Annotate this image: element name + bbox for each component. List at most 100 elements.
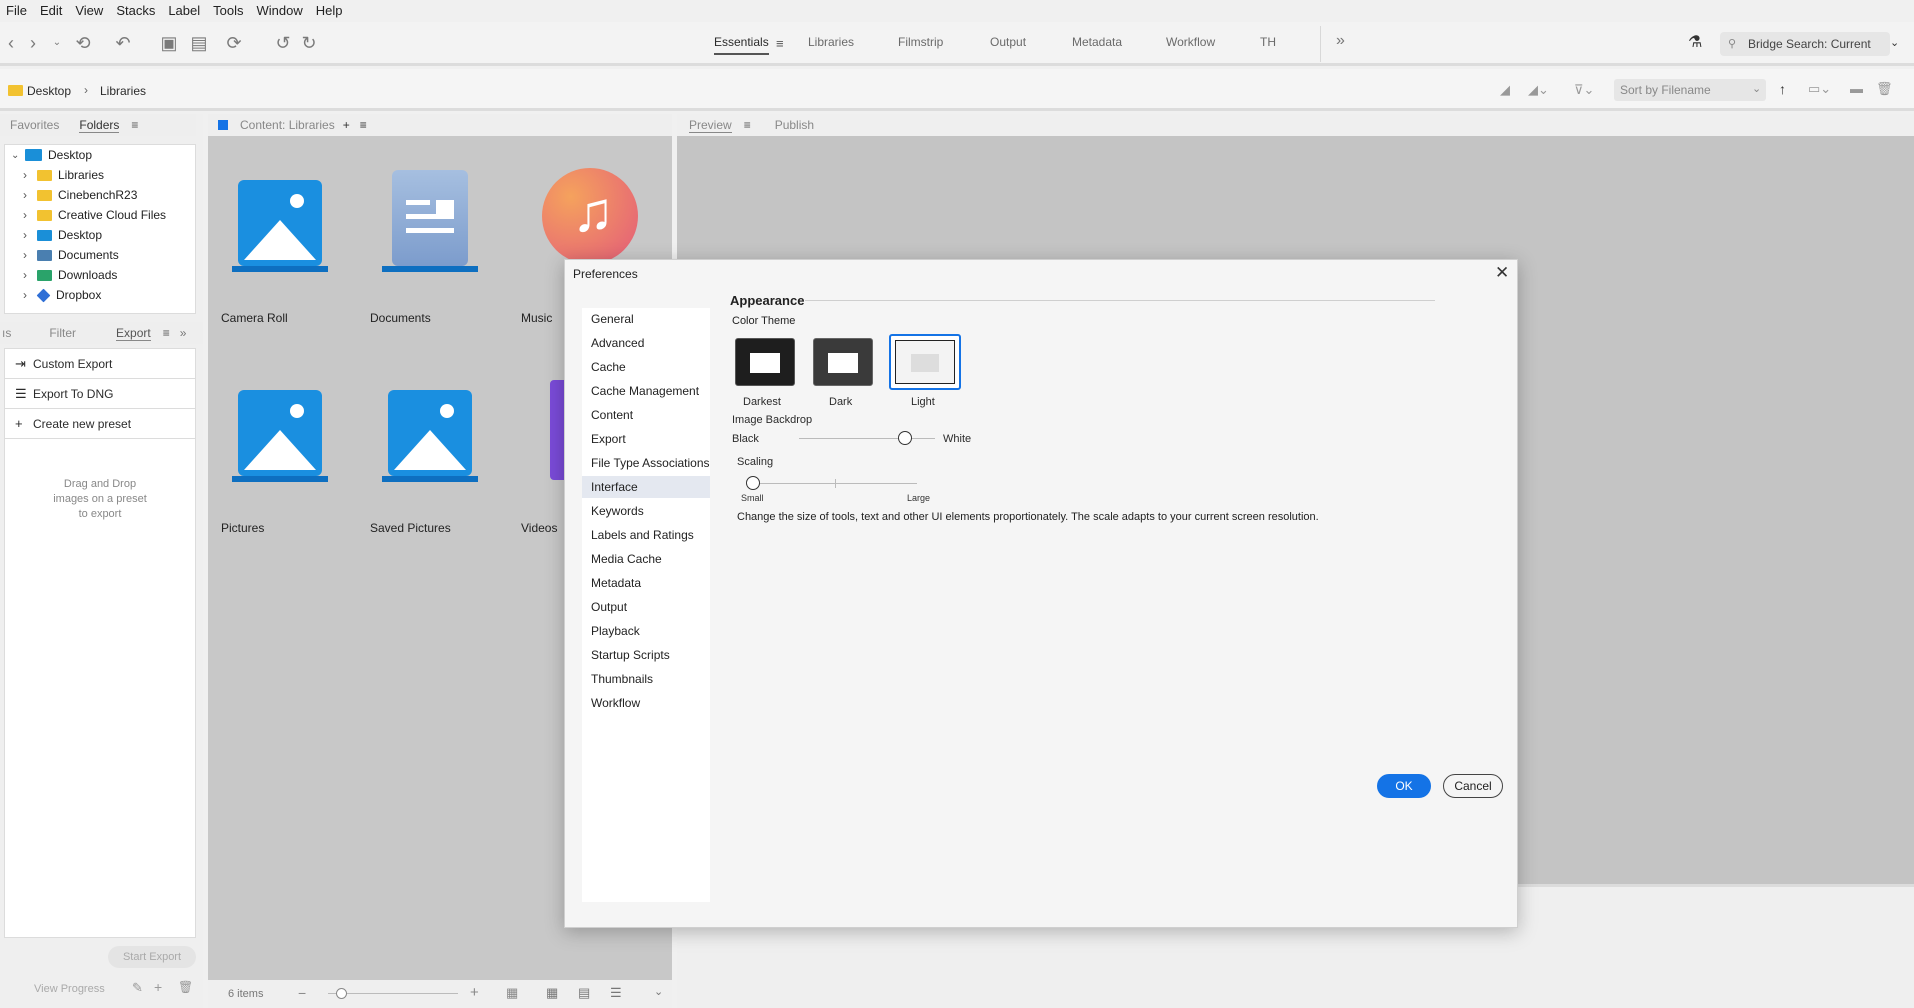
trash-icon[interactable]: 🗑 [178, 980, 193, 994]
tab-filmstrip[interactable]: Filmstrip [898, 35, 943, 55]
nav-thumbnails[interactable]: Thumbnails [582, 668, 710, 690]
tree-item[interactable]: › Dropbox [23, 285, 101, 305]
panel-menu-icon[interactable]: ≡ [163, 326, 170, 340]
chevron-right-icon[interactable]: › [23, 168, 35, 182]
export-to-dng-item[interactable]: ☰ Export To DNG [5, 379, 195, 409]
nav-content[interactable]: Content [582, 404, 710, 426]
theme-darkest-swatch[interactable] [735, 338, 795, 386]
flask-icon[interactable]: ⚗ [1688, 32, 1702, 52]
trash-icon[interactable]: 🗑 [1876, 81, 1893, 97]
tree-item[interactable]: › CinebenchR23 [23, 185, 137, 205]
nav-media-cache[interactable]: Media Cache [582, 548, 710, 570]
camera-icon[interactable]: ▣ [158, 32, 180, 54]
nav-interface[interactable]: Interface [582, 476, 710, 498]
nav-cache[interactable]: Cache [582, 356, 710, 378]
chevron-right-icon[interactable]: › [23, 288, 35, 302]
pictures-thumb[interactable] [232, 390, 328, 490]
close-icon[interactable]: ✕ [1495, 263, 1509, 283]
sync-icon[interactable]: ⟳ [223, 32, 245, 54]
cancel-button[interactable]: Cancel [1443, 774, 1503, 798]
nav-export[interactable]: Export [582, 428, 710, 450]
refine-icon[interactable]: ▤ [188, 32, 210, 54]
scaling-slider-handle[interactable] [746, 476, 760, 490]
nav-cache-management[interactable]: Cache Management [582, 380, 710, 402]
nav-file-type-associations[interactable]: File Type Associations [582, 452, 710, 474]
tree-item[interactable]: › Creative Cloud Files [23, 205, 166, 225]
overflow-icon[interactable]: » [1336, 32, 1345, 50]
ok-button[interactable]: OK [1377, 774, 1431, 798]
panel-menu-icon[interactable]: ≡ [360, 118, 367, 132]
forward-icon[interactable]: › [22, 32, 44, 54]
menu-view[interactable]: View [69, 3, 110, 18]
theme-dark-swatch[interactable] [813, 338, 873, 386]
camera-roll-thumb[interactable] [232, 180, 328, 280]
chevron-right-icon[interactable]: › [23, 228, 35, 242]
truncated-tab[interactable]: ıs [2, 326, 11, 340]
menu-file[interactable]: File [0, 3, 34, 18]
grid-lock-icon[interactable]: ▦ [506, 985, 518, 1001]
tab-filter[interactable]: Filter [49, 326, 76, 340]
tab-content[interactable]: Content: Libraries [240, 118, 335, 132]
nav-general[interactable]: General [582, 308, 710, 330]
tree-item[interactable]: ⌄ Desktop [11, 145, 92, 165]
menu-label[interactable]: Label [162, 3, 207, 18]
nav-playback[interactable]: Playback [582, 620, 710, 642]
menu-tools[interactable]: Tools [207, 3, 250, 18]
edit-icon[interactable]: ✎ [132, 980, 143, 996]
open-recent-icon[interactable]: ▭⌄ [1808, 81, 1831, 97]
thumbnail-size-slider[interactable] [328, 993, 458, 994]
rotate-right-icon[interactable]: ↻ [298, 32, 320, 54]
nav-advanced[interactable]: Advanced [582, 332, 710, 354]
menu-stacks[interactable]: Stacks [110, 3, 162, 18]
add-icon[interactable]: + [154, 979, 162, 995]
saved-pictures-thumb[interactable] [382, 390, 478, 490]
boomerang-icon[interactable]: ↶ [112, 32, 134, 54]
zoom-out-icon[interactable]: − [298, 985, 306, 1001]
panel-menu-icon[interactable]: ≡ [131, 118, 138, 132]
tab-th[interactable]: TH [1260, 35, 1276, 55]
tab-libraries[interactable]: Libraries [808, 35, 854, 55]
sort-dropdown[interactable]: Sort by Filename [1614, 79, 1766, 101]
rotate-left-icon[interactable]: ↺ [272, 32, 294, 54]
nav-labels-and-ratings[interactable]: Labels and Ratings [582, 524, 710, 546]
nav-metadata[interactable]: Metadata [582, 572, 710, 594]
details-view-icon[interactable]: ▤ [578, 985, 590, 1001]
create-preset-item[interactable]: + Create new preset [5, 409, 195, 439]
tab-preview[interactable]: Preview [689, 118, 732, 133]
custom-export-item[interactable]: ⇥ Custom Export [5, 349, 195, 379]
menu-help[interactable]: Help [310, 3, 350, 18]
rating-filter-icon[interactable]: ◢ [1500, 82, 1510, 98]
thumbnail-view-icon[interactable]: ▦ [546, 985, 558, 1001]
chevron-right-icon[interactable]: › [23, 208, 35, 222]
tab-workflow[interactable]: Workflow [1166, 35, 1215, 55]
chevron-down-icon[interactable]: ⌄ [1890, 36, 1899, 49]
chevron-down-icon[interactable]: ⌄ [654, 985, 663, 998]
tab-publish[interactable]: Publish [775, 118, 814, 132]
nav-startup-scripts[interactable]: Startup Scripts [582, 644, 710, 666]
zoom-in-icon[interactable]: + [470, 984, 479, 1001]
nav-workflow[interactable]: Workflow [582, 692, 710, 714]
tree-item[interactable]: › Desktop [23, 225, 102, 245]
menu-edit[interactable]: Edit [34, 3, 69, 18]
chevron-down-icon[interactable]: ⌄ [11, 150, 23, 161]
backdrop-slider-handle[interactable] [898, 431, 913, 445]
breadcrumb-desktop[interactable]: Desktop [27, 84, 71, 98]
new-folder-icon[interactable]: ▬ [1850, 81, 1863, 96]
tab-output[interactable]: Output [990, 35, 1026, 55]
chevron-right-icon[interactable]: › [23, 268, 35, 282]
slider-handle[interactable] [336, 988, 347, 999]
chevron-right-icon[interactable]: › [23, 248, 35, 262]
theme-light-swatch[interactable] [889, 334, 961, 390]
tree-item[interactable]: › Documents [23, 245, 119, 265]
overflow-icon[interactable]: » [180, 326, 187, 340]
tree-item[interactable]: › Libraries [23, 165, 104, 185]
menu-icon[interactable]: ≡ [776, 36, 784, 51]
recent-icon[interactable]: ⟲ [72, 32, 94, 54]
backdrop-slider[interactable] [799, 438, 935, 439]
filter-icon[interactable]: ⊽⌄ [1574, 82, 1594, 98]
documents-thumb[interactable] [382, 170, 478, 280]
start-export-button[interactable]: Start Export [108, 946, 196, 968]
tab-export[interactable]: Export [116, 326, 151, 341]
panel-menu-icon[interactable]: ≡ [744, 118, 751, 132]
tab-essentials[interactable]: Essentials [714, 35, 769, 55]
